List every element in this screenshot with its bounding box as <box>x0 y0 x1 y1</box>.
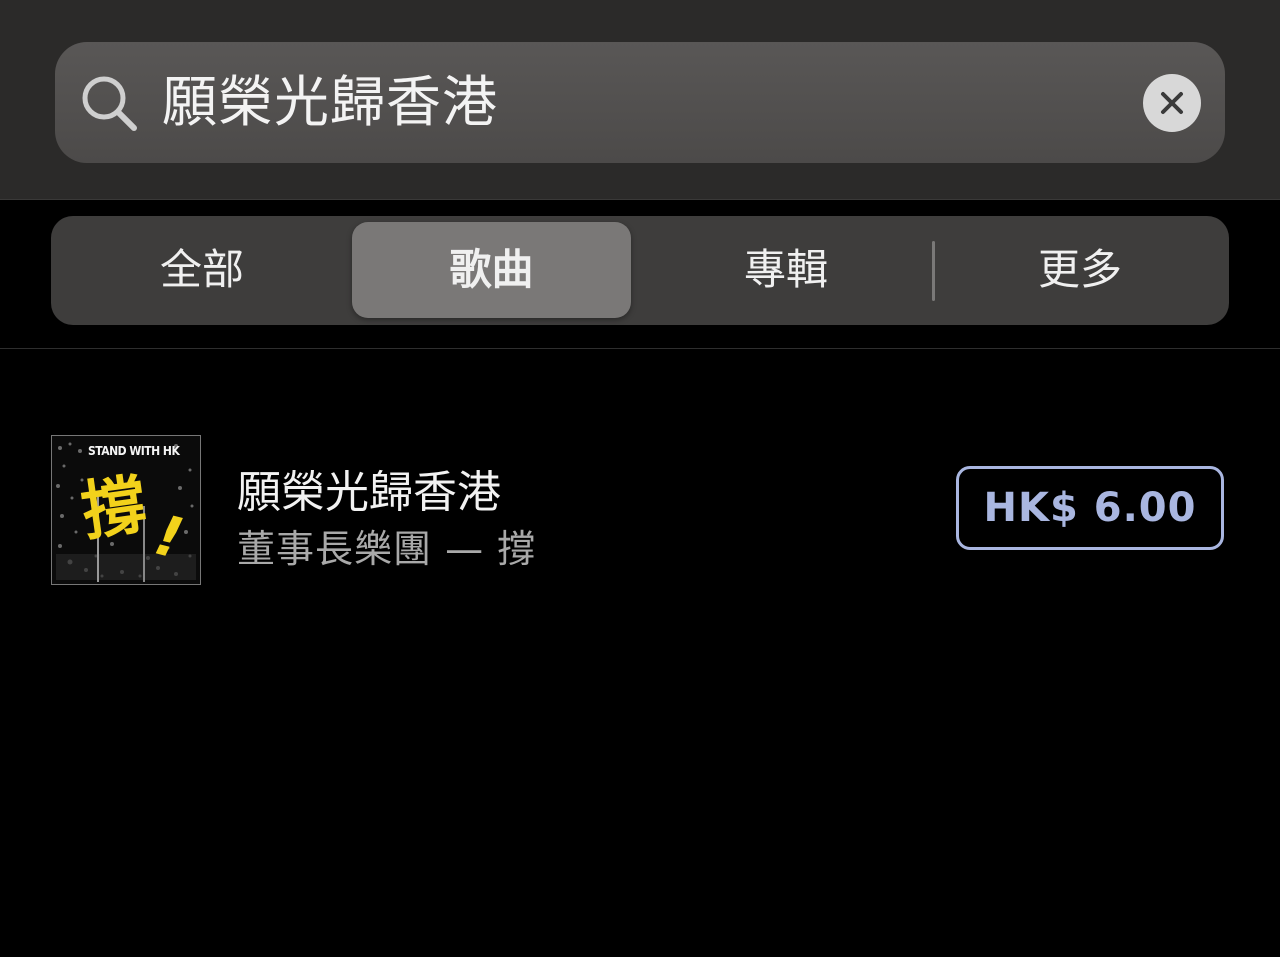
segment-songs[interactable]: 歌曲 <box>352 222 631 318</box>
segmented-control: 全部 歌曲 專輯 更多 <box>51 216 1229 325</box>
song-artist-album: 董事長樂團 — 撐 <box>237 527 537 571</box>
album-artwork: STAND WITH HK 撐 ! <box>51 435 201 585</box>
segment-more[interactable]: 更多 <box>937 222 1223 318</box>
buy-price-button[interactable]: HK$ 6.00 <box>956 466 1224 550</box>
segment-all[interactable]: 全部 <box>57 222 347 318</box>
category-filter-bar: 全部 歌曲 專輯 更多 <box>0 200 1280 349</box>
music-store-search-page: 願榮光歸香港 全部 歌曲 專輯 更多 STAND WITH HK 撐 ! 願榮光… <box>0 0 1280 957</box>
artwork-banner-text: STAND WITH HK <box>88 444 180 458</box>
song-result-row[interactable]: STAND WITH HK 撐 ! 願榮光歸香港 董事長樂團 — 撐 HK$ 6… <box>0 400 1280 620</box>
clear-search-button[interactable] <box>1143 74 1201 132</box>
segment-divider <box>932 241 935 301</box>
search-icon <box>82 76 137 131</box>
search-query-text[interactable]: 願榮光歸香港 <box>162 62 498 142</box>
search-header: 願榮光歸香港 <box>0 0 1280 200</box>
segment-albums[interactable]: 專輯 <box>641 222 931 318</box>
artwork-character: 撐 <box>77 467 151 551</box>
song-title: 願榮光歸香港 <box>237 467 501 518</box>
close-icon <box>1161 92 1183 114</box>
